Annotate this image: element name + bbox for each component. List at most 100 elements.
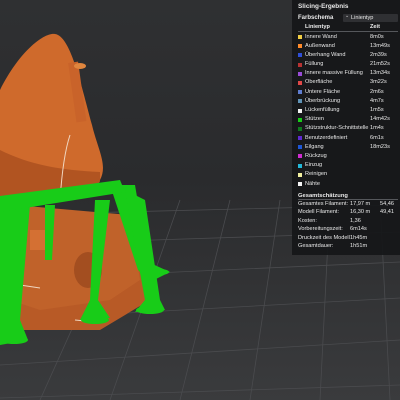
estimate-row: Gesamtes Filament: 17,97 m 54,46 (298, 200, 400, 209)
column-header-type: Linientyp (305, 24, 330, 30)
estimate-label: Gesamtes Filament: (298, 200, 349, 207)
feature-name: Nähte (305, 180, 320, 187)
feature-time: 18m23s (370, 143, 390, 150)
feature-time: 4m7s (370, 97, 384, 104)
feature-name: Reinigen (305, 171, 328, 178)
feature-color-swatch (298, 80, 302, 85)
feature-row[interactable]: Überbrückung 4m7s (298, 97, 398, 106)
feature-row[interactable]: Oberfläche 3m22s (298, 79, 398, 88)
column-header-time: Zeit (370, 24, 380, 30)
feature-row[interactable]: Füllung 21m52s (298, 61, 398, 70)
feature-time: 2m6s (370, 88, 384, 95)
feature-color-swatch (298, 145, 302, 150)
feature-color-swatch (298, 44, 302, 49)
estimate-value: 16,30 m (350, 209, 371, 215)
feature-color-swatch (298, 99, 302, 104)
feature-name: Stützen (305, 116, 324, 123)
header-divider (298, 31, 398, 32)
estimate-value: 6m14s (350, 226, 367, 232)
feature-color-swatch (298, 62, 302, 67)
feature-row[interactable]: Eilgang 18m23s (298, 143, 398, 152)
estimate-row: Kosten: 1,36 (298, 217, 400, 226)
feature-time: 1m5s (370, 107, 384, 113)
feature-color-swatch (298, 53, 302, 58)
model-chimney-top (74, 63, 86, 69)
feature-color-swatch (298, 172, 302, 177)
feature-color-swatch (298, 136, 302, 141)
feature-color-swatch (298, 117, 302, 122)
feature-time: 21m52s (370, 61, 390, 68)
support-foot1 (0, 336, 28, 344)
estimate-label: Gesamtdauer: (298, 243, 334, 249)
feature-name: Außenwand (305, 42, 335, 49)
color-scheme-dropdown[interactable]: ⌄ Linientyp (343, 14, 398, 22)
estimate-value: 1h45m (350, 234, 368, 241)
feature-color-swatch (298, 35, 302, 39)
feature-row[interactable]: Innere massive Füllung 13m34s (298, 70, 398, 79)
panel-title: Slicing-Ergebnis (298, 3, 349, 10)
feature-name: Innere massive Füllung (305, 70, 363, 77)
feature-time: 13m34s (370, 70, 390, 77)
feature-time: 6m1s (370, 134, 384, 141)
feature-time: 8m0s (370, 33, 384, 40)
feature-time: 1m4s (370, 125, 384, 132)
feature-row[interactable]: Reinigen (298, 171, 398, 180)
feature-color-swatch (298, 71, 302, 76)
estimate-row: Vorbereitungszeit: 6m14s (298, 226, 400, 235)
color-scheme-value: Linientyp (351, 14, 374, 21)
feature-time: 13m49s (370, 42, 390, 49)
support-foot4 (151, 269, 169, 275)
estimate-row: Gesamtdauer: 1h51m (298, 243, 400, 252)
chevron-down-icon: ⌄ (345, 13, 350, 19)
feature-name: Überhang Wand (305, 51, 346, 58)
feature-name: Füllung (305, 61, 324, 68)
support-foot3 (136, 306, 164, 314)
feature-name: Rückzug (305, 152, 327, 159)
feature-name: Untere Fläche (305, 88, 341, 95)
feature-name: Benutzerdefiniert (305, 134, 348, 141)
feature-name: Einzug (305, 162, 323, 169)
feature-time: 2m39s (370, 51, 387, 58)
feature-color-swatch (298, 90, 302, 95)
slicing-result-panel: Slicing-Ergebnis Farbschema ⌄ Linientyp … (292, 0, 400, 255)
estimate-value: 1h51m (350, 243, 368, 249)
feature-row[interactable]: Benutzerdefiniert 6m1s (298, 134, 398, 143)
feature-name: Überbrückung (305, 97, 341, 104)
feature-time: 3m22s (370, 79, 387, 86)
estimate-value: 17,97 m (350, 200, 371, 207)
feature-row[interactable]: Innere Wand 8m0s (298, 33, 398, 42)
feature-row[interactable]: Außenwand 13m49s (298, 42, 398, 51)
estimate-value: 49,41 (380, 209, 394, 215)
feature-row[interactable]: Einzug (298, 162, 398, 171)
feature-name: Innere Wand (305, 33, 337, 40)
estimate-value: 1,36 (350, 217, 361, 224)
feature-name: Lückenfüllung (305, 107, 340, 113)
support-foot2 (81, 316, 109, 324)
feature-name: Stützstruktur-Schnittstelle (305, 125, 369, 132)
estimate-label: Kosten: (298, 217, 317, 224)
feature-color-swatch (298, 126, 302, 131)
color-scheme-label: Farbschema (298, 15, 334, 21)
estimate-row: Druckzeit des Modell 1h45m (298, 234, 400, 243)
feature-row[interactable]: Stützstruktur-Schnittstelle 1m4s (298, 125, 398, 134)
estimate-label: Vorbereitungszeit: (298, 226, 343, 232)
feature-row[interactable]: Stützen 14m42s (298, 116, 398, 125)
estimate-list: Gesamtes Filament: 17,97 m 54,46 Modell Fil… (298, 200, 400, 251)
feature-name: Eilgang (305, 143, 324, 150)
feature-time: 14m42s (370, 116, 390, 123)
feature-color-swatch (298, 154, 302, 159)
feature-row[interactable]: Überhang Wand 2m39s (298, 51, 398, 60)
feature-row[interactable]: Lückenfüllung 1m5s (298, 107, 398, 116)
feature-color-swatch (298, 163, 302, 168)
feature-row[interactable]: Rückzug (298, 152, 398, 161)
feature-name: Oberfläche (305, 79, 333, 86)
estimate-row: Modell Filament: 16,30 m 49,41 (298, 209, 400, 218)
feature-color-swatch (298, 182, 302, 186)
feature-list: Innere Wand 8m0s Außenwand 13m49s Überhang W… (298, 33, 398, 189)
estimate-value: 54,46 (380, 200, 394, 207)
feature-color-swatch (298, 108, 302, 113)
estimate-label: Modell Filament: (298, 209, 340, 215)
feature-row[interactable]: Nähte (298, 180, 398, 189)
estimate-label: Druckzeit des Modell (298, 234, 350, 241)
feature-row[interactable]: Untere Fläche 2m6s (298, 88, 398, 97)
